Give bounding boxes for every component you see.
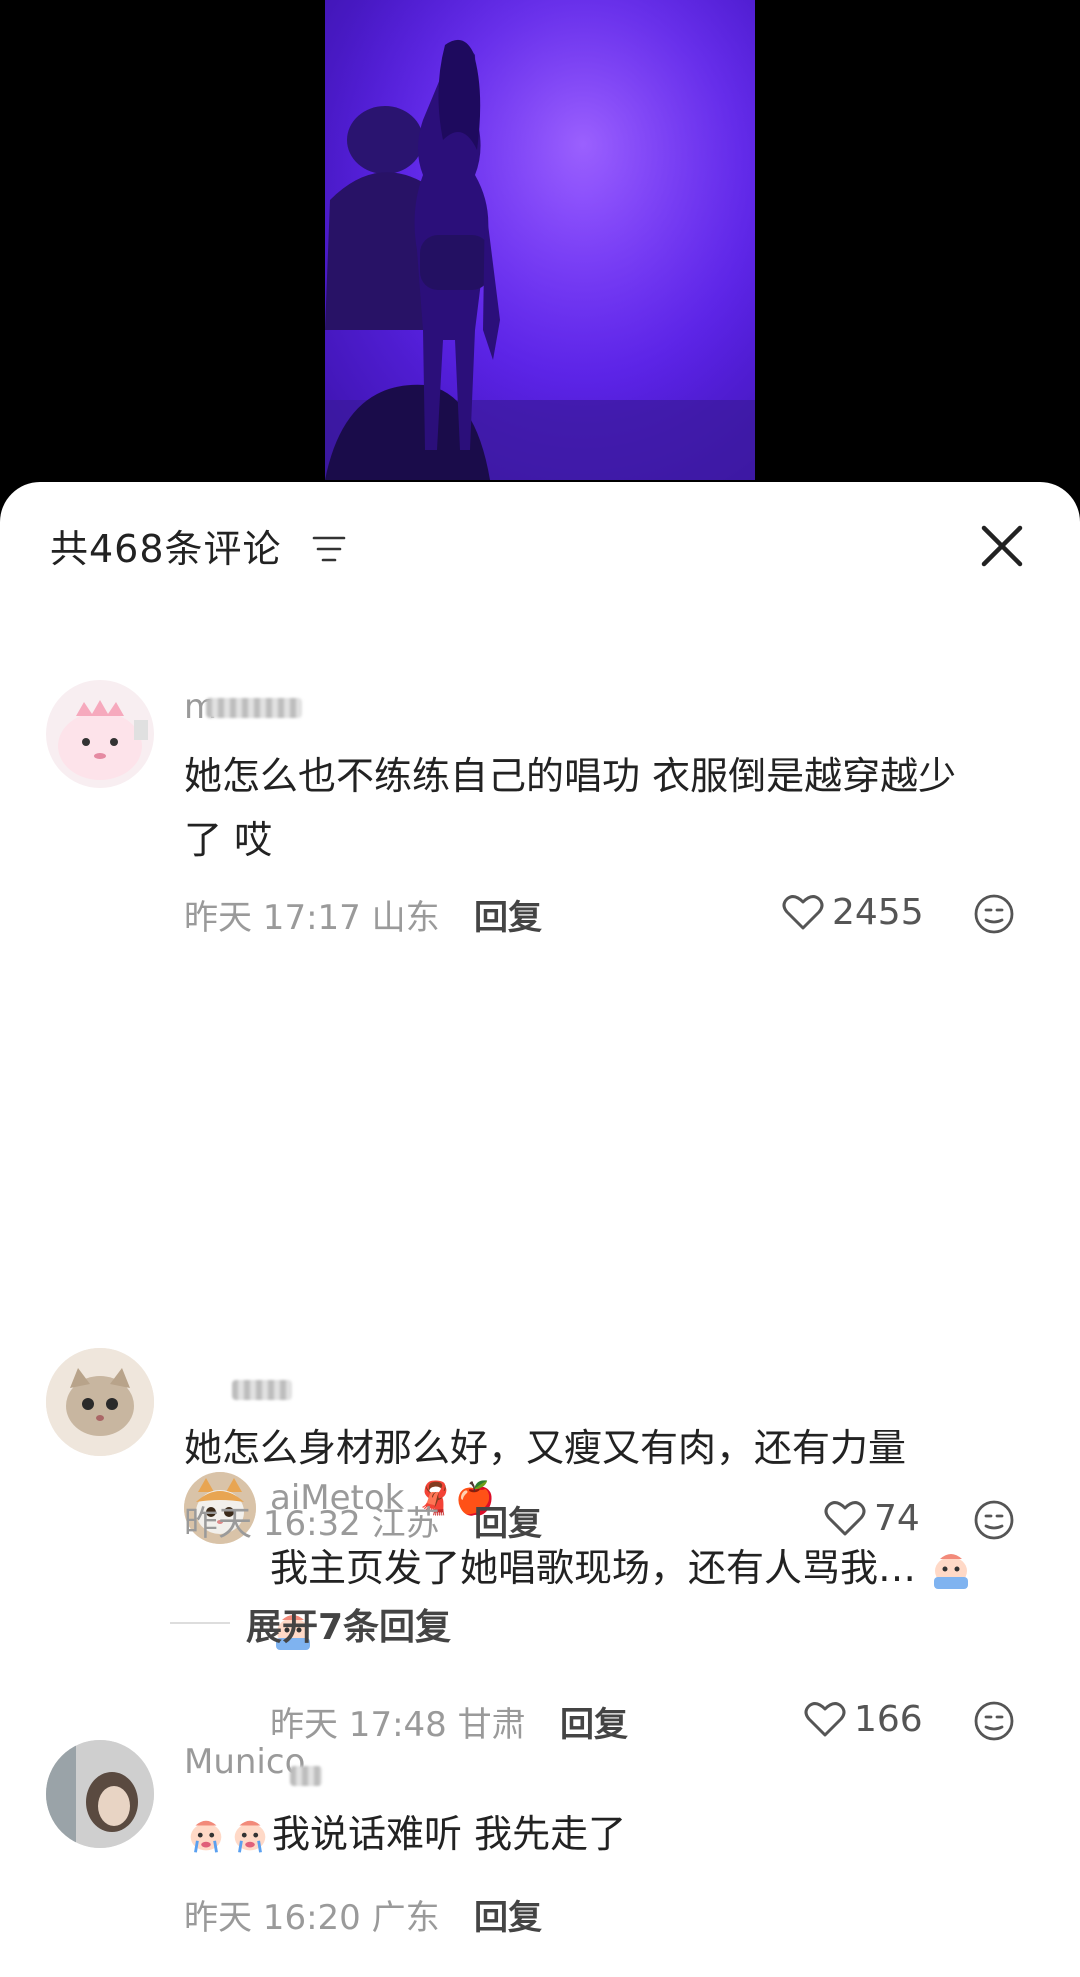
comment-text: 我说话难听 我先走了: [184, 1802, 626, 1866]
video-player[interactable]: [0, 0, 1080, 520]
reply-text: 我主页发了她唱歌现场，还有人骂我…: [270, 1536, 974, 1600]
comment-meta: 昨天 17:17 山东: [184, 898, 440, 938]
avatar[interactable]: [46, 1348, 154, 1456]
comment-text: 她怎么身材那么好，又瘦又有肉，还有力量: [184, 1426, 907, 1470]
heart-icon: [824, 1501, 866, 1536]
heart-icon: [804, 1702, 846, 1737]
like-count: 74: [874, 1497, 920, 1539]
heart-icon: [782, 895, 824, 930]
comments-sheet: 共468条评论 m 她怎么也不练练自己的唱功 衣服倒是越穿越少 了 哎 昨天 1…: [0, 482, 1080, 1977]
reply-button[interactable]: 回复: [474, 1890, 542, 1939]
reply-button[interactable]: 回复: [474, 890, 542, 939]
comment-text-continued: 了 哎: [184, 818, 273, 862]
like-button[interactable]: 2455: [782, 890, 924, 934]
crying-emoji-icon: [934, 1553, 969, 1589]
sort-icon[interactable]: [312, 534, 346, 564]
stage-scene-image: [325, 0, 755, 480]
reply-meta: 昨天 17:48 甘肃: [270, 1705, 526, 1745]
reply-button[interactable]: 回复: [560, 1697, 628, 1746]
close-icon[interactable]: [976, 520, 1028, 572]
username-mosaic: [290, 1766, 322, 1786]
comment-username[interactable]: Munico: [184, 1742, 305, 1782]
expand-divider: [170, 1622, 230, 1624]
comment-meta: 昨天 16:32 江苏: [184, 1504, 440, 1544]
emoji-icon[interactable]: [972, 1699, 1016, 1743]
comments-header: 共468条评论: [0, 482, 1080, 612]
like-button[interactable]: 74: [824, 1496, 920, 1540]
like-count: 2455: [832, 891, 924, 933]
like-button[interactable]: 166: [804, 1697, 923, 1741]
comment-count-title: 共468条评论: [50, 527, 282, 571]
avatar[interactable]: [46, 680, 154, 788]
emoji-icon[interactable]: [972, 892, 1016, 936]
expand-replies-button[interactable]: 展开7条回复: [246, 1598, 451, 1650]
crying-emoji-icon: [234, 1820, 266, 1853]
username-mosaic: [232, 1380, 292, 1400]
avatar[interactable]: [46, 1740, 154, 1848]
username-mosaic: [206, 698, 302, 718]
emoji-icon[interactable]: [972, 1498, 1016, 1542]
comment-meta: 昨天 16:20 广东: [184, 1898, 440, 1938]
reply-button[interactable]: 回复: [474, 1496, 542, 1545]
comment-text: 她怎么也不练练自己的唱功 衣服倒是越穿越少: [184, 754, 957, 798]
photo-avatar-image: [46, 1740, 154, 1848]
video-frame[interactable]: [325, 0, 755, 480]
crying-emoji-icon: [190, 1820, 222, 1853]
like-count: 166: [854, 1698, 923, 1740]
dino-avatar-image: [58, 700, 148, 780]
kitten-avatar-image: [46, 1348, 154, 1456]
